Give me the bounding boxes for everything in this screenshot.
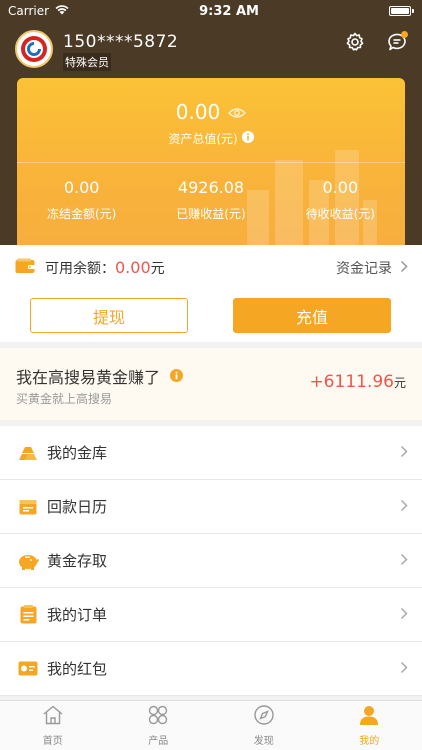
withdraw-button[interactable]: 提现	[30, 298, 188, 333]
total-assets-value: 0.00	[175, 100, 221, 124]
user-phone: 150****5872	[63, 32, 179, 52]
eye-visibility-icon[interactable]	[228, 100, 247, 124]
compass-icon	[253, 704, 275, 728]
stat-label: 待收收益(元)	[305, 207, 375, 221]
stat-earned: 4926.08 已赚收益(元)	[146, 178, 275, 222]
earnings-unit: 元	[393, 376, 406, 390]
menu-item-label: 我的订单	[47, 606, 108, 624]
home-icon	[42, 705, 64, 728]
asset-card: 0.00 资产总值(元) 0.00 冻结金额(元) 4926.08 已赚收益(元…	[17, 78, 405, 245]
status-bar: Carrier 9:32 AM	[0, 0, 422, 22]
chevron-right-icon	[400, 659, 408, 678]
gold-earnings-banner[interactable]: 我在高搜易黄金赚了 买黄金就上高搜易 +6111.96元	[0, 348, 422, 420]
card-divider	[17, 162, 405, 163]
message-chat-icon[interactable]	[387, 31, 408, 56]
grid-icon	[147, 705, 169, 728]
order-list-icon	[17, 604, 39, 626]
battery-icon	[389, 6, 414, 16]
info-icon[interactable]	[241, 131, 254, 146]
bottom-tab-bar: 首页 产品 发现 我的	[0, 700, 422, 750]
chevron-right-icon	[400, 605, 408, 624]
member-level-badge: 特殊会员	[63, 53, 111, 71]
unread-dot	[401, 31, 408, 38]
total-assets-label: 资产总值(元)	[168, 132, 238, 146]
menu-item-red-packet[interactable]: 我的红包	[0, 642, 422, 696]
wifi-icon	[55, 4, 69, 18]
balance-unit: 元	[150, 261, 165, 277]
recharge-button[interactable]: 充值	[233, 298, 391, 333]
gold-bars-icon	[17, 442, 39, 464]
stat-value: 0.00	[63, 178, 100, 197]
tab-label: 发现	[253, 735, 274, 747]
available-balance-amount: 0.00	[115, 258, 151, 277]
tab-products[interactable]: 产品	[106, 701, 212, 750]
menu-item-label: 我的金库	[47, 444, 108, 462]
tab-discover[interactable]: 发现	[211, 701, 317, 750]
user-info: 150****5872 特殊会员	[15, 30, 408, 71]
tab-home[interactable]: 首页	[0, 701, 106, 750]
menu-item-label: 我的红包	[47, 660, 108, 678]
earnings-amount: +6111.96	[309, 372, 394, 392]
menu-item-label: 黄金存取	[47, 552, 108, 570]
info-icon[interactable]	[170, 367, 184, 386]
tab-label: 产品	[148, 735, 169, 747]
status-time: 9:32 AM	[199, 3, 259, 19]
menu-item-calendar[interactable]: 回款日历	[0, 480, 422, 534]
fund-records-link[interactable]: 资金记录	[336, 258, 408, 278]
stat-value: 4926.08	[177, 178, 245, 197]
header-area: Carrier 9:32 AM 150****5872 特殊会员 0.00 资产…	[0, 0, 422, 245]
menu-item-vault[interactable]: 我的金库	[0, 426, 422, 480]
calendar-icon	[17, 496, 39, 518]
wallet-icon	[15, 258, 35, 278]
chevron-right-icon	[400, 443, 408, 462]
settings-gear-icon[interactable]	[345, 32, 365, 56]
red-packet-icon	[17, 658, 39, 680]
menu-item-gold-deposit[interactable]: 黄金存取	[0, 534, 422, 588]
piggy-bank-icon	[17, 550, 39, 572]
balance-section: 可用余额：0.00元 资金记录 提现 充值	[0, 245, 422, 342]
stat-frozen: 0.00 冻结金额(元)	[17, 178, 146, 222]
person-icon	[358, 705, 380, 728]
avatar[interactable]	[15, 30, 53, 68]
fund-records-label: 资金记录	[336, 261, 392, 277]
chevron-right-icon	[400, 260, 408, 277]
available-balance-label: 可用余额：	[45, 261, 115, 277]
chevron-right-icon	[400, 497, 408, 516]
chevron-right-icon	[400, 551, 408, 570]
carrier-label: Carrier	[8, 4, 50, 18]
menu-item-orders[interactable]: 我的订单	[0, 588, 422, 642]
stat-label: 冻结金额(元)	[46, 207, 117, 221]
stat-pending: 0.00 待收收益(元)	[276, 178, 405, 222]
stat-label: 已赚收益(元)	[176, 207, 246, 221]
tab-label: 我的	[359, 735, 380, 747]
tab-mine[interactable]: 我的	[317, 701, 422, 750]
earnings-subtitle: 买黄金就上高搜易	[16, 392, 113, 406]
earnings-title: 我在高搜易黄金赚了	[16, 368, 161, 387]
tab-label: 首页	[42, 735, 63, 747]
stat-value: 0.00	[322, 178, 359, 197]
menu-item-label: 回款日历	[47, 498, 108, 516]
menu-list: 我的金库 回款日历 黄金存取 我的订单 我的红包	[0, 426, 422, 696]
